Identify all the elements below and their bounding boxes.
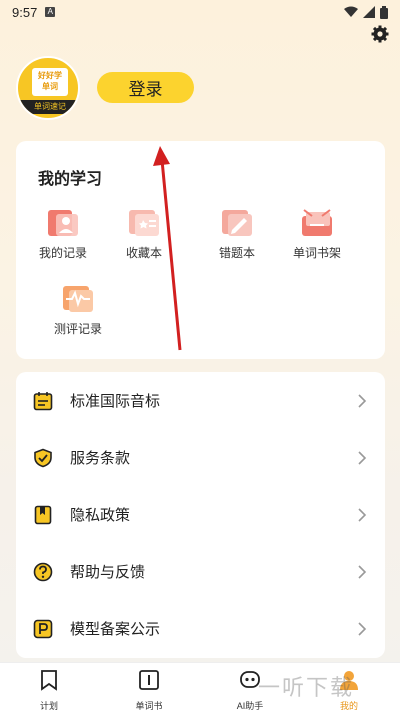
status-time: 9:57 [12, 4, 38, 20]
calendar-icon [33, 391, 53, 410]
status-icons [344, 5, 388, 19]
chevron-right-icon [358, 621, 367, 636]
study-item-label: 测评记录 [53, 322, 102, 336]
signal-icon [363, 6, 375, 18]
nav-tab-label: 单词书 [135, 701, 163, 710]
nav-tab-label: 计划 [39, 701, 58, 710]
study-item-my-records[interactable]: 我的记录 [28, 208, 98, 261]
bookshelf-icon [300, 208, 334, 238]
study-item-label: 单词书架 [292, 246, 341, 260]
chevron-right-icon [358, 450, 367, 465]
plan-icon [41, 670, 57, 691]
study-item-label: 收藏本 [125, 246, 162, 260]
menu-item-phonetics[interactable]: 标准国际音标 [16, 372, 385, 429]
nav-tab-wordbook[interactable]: 单词书 [119, 669, 179, 710]
menu-item-label: 服务条款 [70, 450, 131, 467]
menu-item-label: 帮助与反馈 [70, 564, 146, 581]
avatar-logo-text: 好好学 单词 [38, 71, 62, 91]
shield-check-icon [34, 448, 52, 467]
avatar[interactable]: 好好学 单词 单词速记 [16, 56, 80, 120]
notification-a-icon: A [45, 7, 56, 17]
record-icon [46, 208, 80, 238]
battery-icon [380, 5, 388, 19]
watermark: 一听下载 [258, 675, 355, 700]
menu-item-help[interactable]: 帮助与反馈 [16, 543, 385, 600]
assessment-icon [61, 284, 95, 314]
study-item-label: 我的记录 [38, 246, 87, 260]
wrong-questions-icon [220, 208, 254, 238]
my-study-card: 我的学习 我的记录 收藏本 错题本 单词书架 测评记录 [16, 141, 385, 359]
settings-gear-icon[interactable] [370, 24, 390, 44]
menu-item-label: 标准国际音标 [70, 393, 161, 410]
menu-item-terms[interactable]: 服务条款 [16, 429, 385, 486]
wifi-icon [344, 6, 358, 17]
p-badge-icon [33, 619, 53, 638]
study-item-label: 错题本 [218, 246, 255, 260]
menu-item-label: 隐私政策 [70, 507, 131, 524]
status-bar: 9:57 A [0, 0, 400, 24]
nav-tab-plan[interactable]: 计划 [19, 669, 79, 710]
study-item-assessment-records[interactable]: 测评记录 [43, 284, 113, 337]
study-item-wrong-questions[interactable]: 错题本 [202, 208, 272, 261]
menu-item-privacy[interactable]: 隐私政策 [16, 486, 385, 543]
login-button[interactable]: 登录 [97, 72, 194, 103]
menu-item-model-filing[interactable]: 模型备案公示 [16, 600, 385, 657]
avatar-logo-caption: 单词速记 [18, 100, 78, 114]
study-item-favorites[interactable]: 收藏本 [109, 208, 179, 261]
chevron-right-icon [358, 507, 367, 522]
wordbook-icon [139, 670, 159, 690]
favorites-icon [127, 208, 161, 238]
help-icon [33, 562, 53, 581]
menu-item-label: 模型备案公示 [70, 621, 161, 638]
chevron-right-icon [358, 393, 367, 408]
settings-menu: 标准国际音标 服务条款 隐私政策 帮助与反馈 模型备案公示 [16, 372, 385, 658]
chevron-right-icon [358, 564, 367, 579]
my-study-title: 我的学习 [38, 171, 103, 188]
study-item-bookshelf[interactable]: 单词书架 [282, 208, 352, 261]
bookmark-book-icon [34, 505, 52, 524]
